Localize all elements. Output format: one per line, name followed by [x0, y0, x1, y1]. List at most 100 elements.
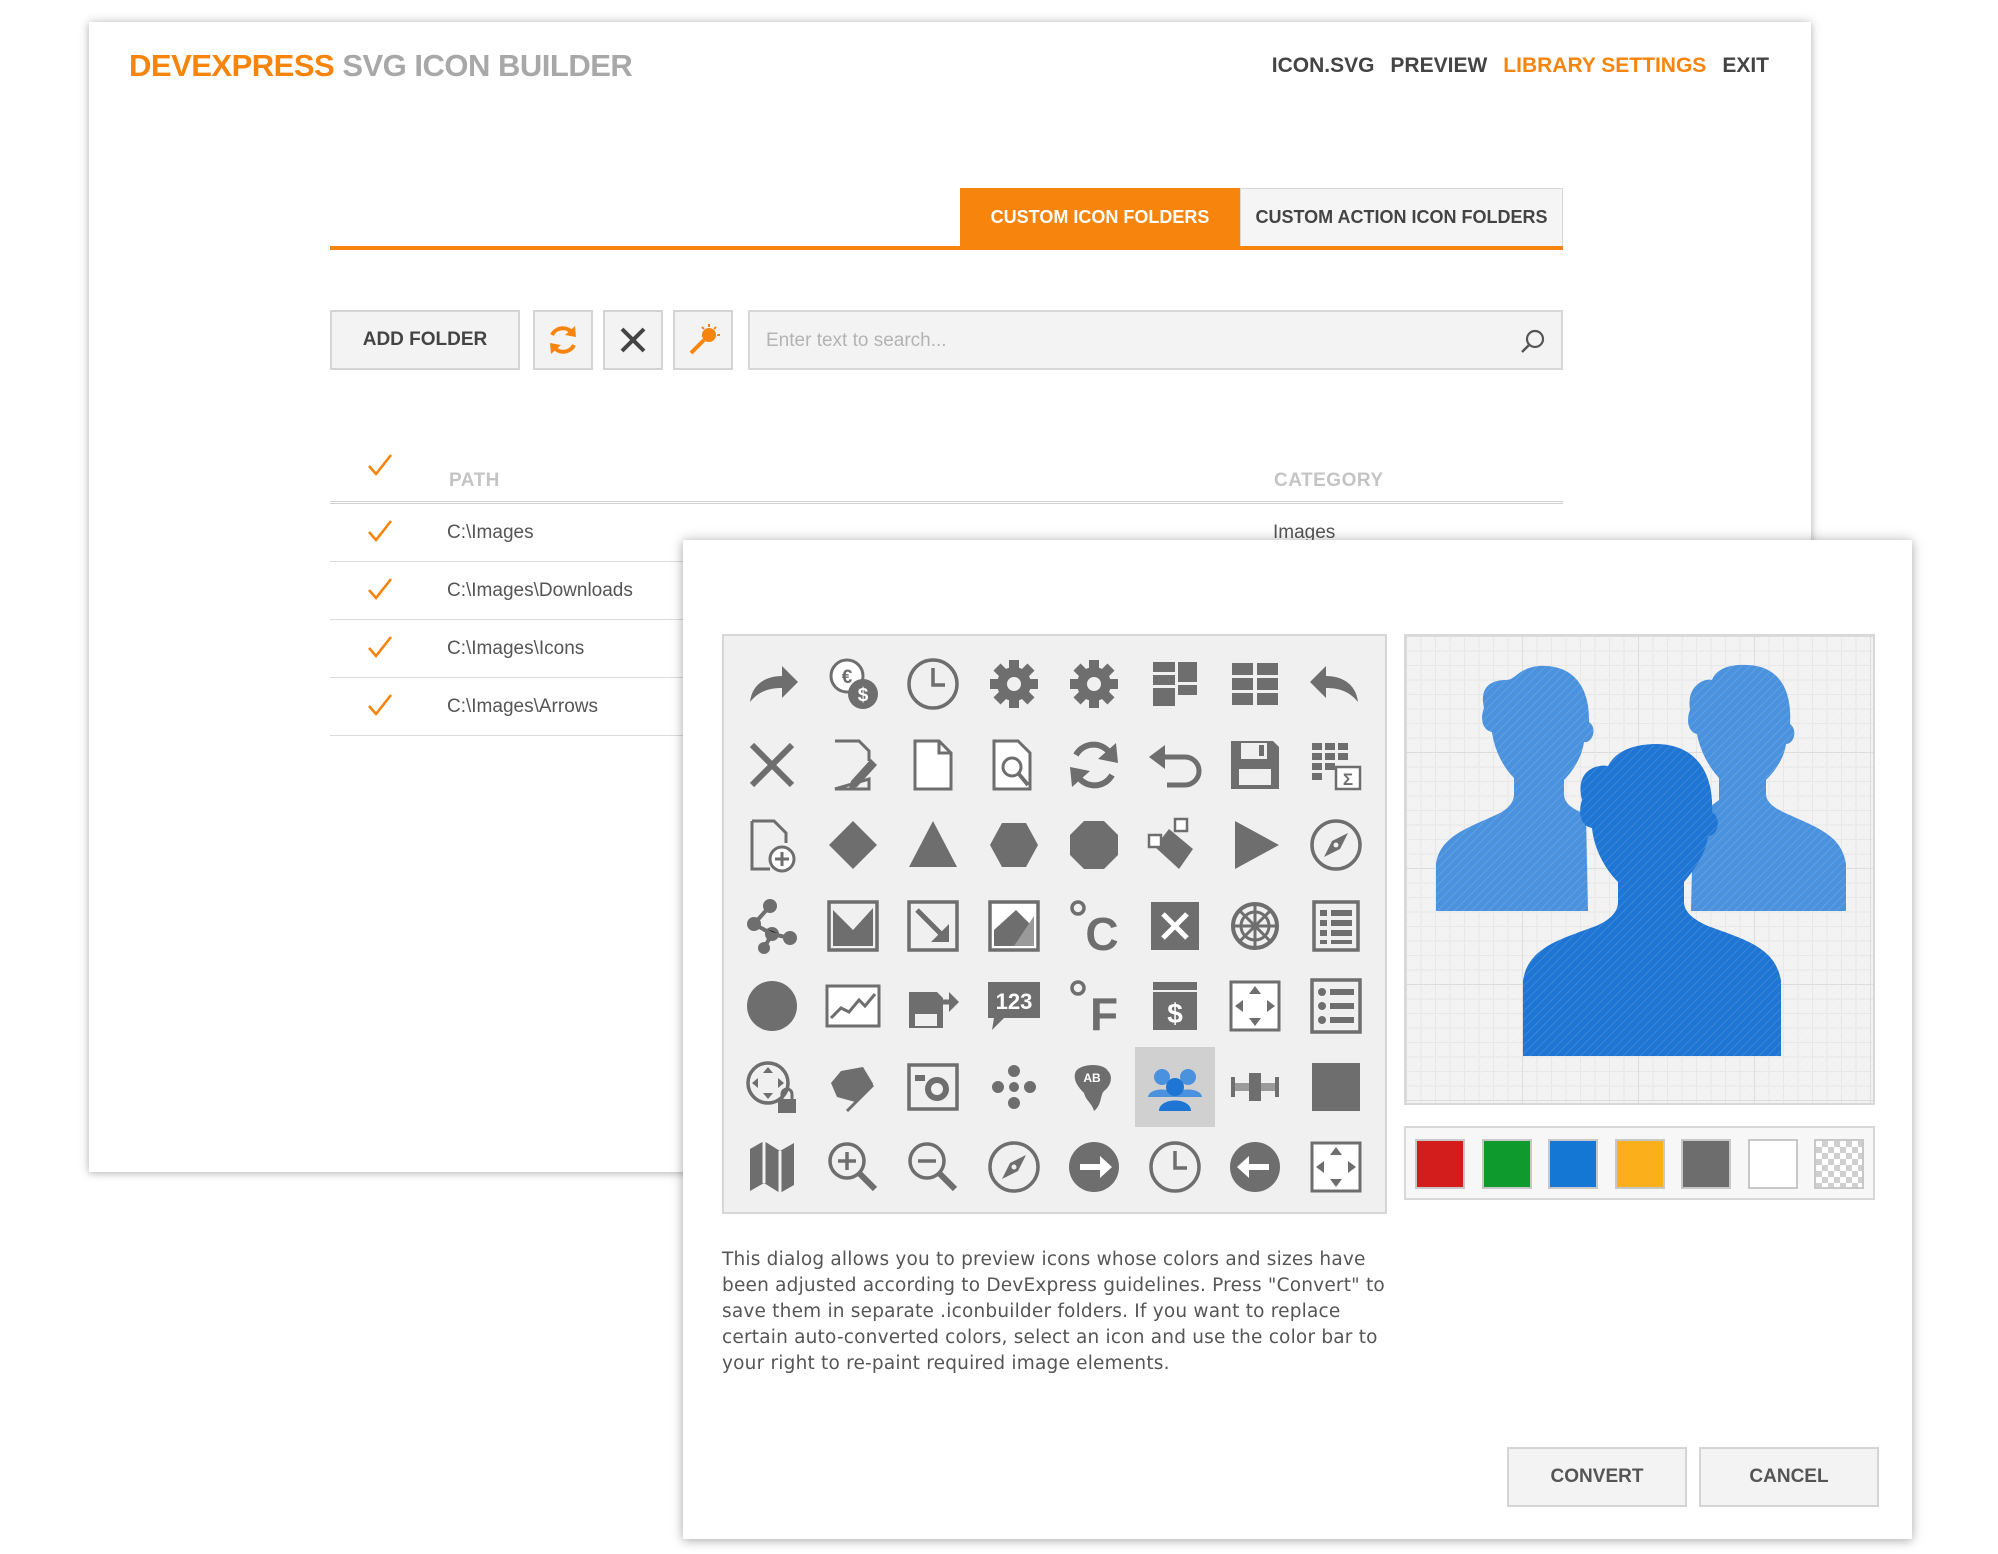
circle-icon: [747, 981, 797, 1031]
icon-cell-map-label[interactable]: AB: [1054, 1047, 1134, 1127]
color-swatch-white[interactable]: [1747, 1139, 1798, 1189]
icon-cell-compass[interactable]: [974, 1127, 1054, 1207]
icon-cell-redo-arrow[interactable]: [732, 644, 812, 724]
app-title-text: SVG ICON BUILDER: [342, 48, 633, 83]
icon-cell-triangle[interactable]: [893, 805, 973, 885]
icon-cell-fahrenheit[interactable]: F: [1054, 966, 1134, 1046]
column-header-category[interactable]: CATEGORY: [1274, 470, 1384, 492]
icon-cell-dashboard-layout[interactable]: [1135, 644, 1215, 724]
icon-cell-zoom-in[interactable]: [813, 1127, 893, 1207]
icon-cell-compass[interactable]: [1296, 805, 1376, 885]
icon-cell-currency-exchange[interactable]: € $: [813, 644, 893, 724]
tab-custom-icon-folders[interactable]: CUSTOM ICON FOLDERS: [960, 188, 1240, 246]
row-checkbox[interactable]: [366, 576, 394, 604]
icon-cell-gear[interactable]: [1054, 644, 1134, 724]
svg-text:€: €: [841, 667, 852, 688]
icon-cell-nodes[interactable]: [732, 886, 812, 966]
app-brand: DEVEXPRESS: [129, 48, 335, 83]
icon-cell-blank-document[interactable]: [893, 725, 973, 805]
nav-exit[interactable]: EXIT: [1722, 54, 1769, 78]
blank-document-icon: [913, 739, 953, 790]
icon-cell-currency[interactable]: $: [1135, 966, 1215, 1046]
icon-cell-edit-document[interactable]: [813, 725, 893, 805]
icon-cell-fit[interactable]: [1215, 966, 1295, 1046]
row-checkbox[interactable]: [366, 518, 394, 546]
icon-cell-square[interactable]: [1296, 1047, 1376, 1127]
square-icon: [1311, 1062, 1360, 1111]
color-swatch-blue[interactable]: [1548, 1139, 1598, 1189]
icon-cell-slider[interactable]: [1215, 1047, 1295, 1127]
convert-colors-button[interactable]: [673, 310, 733, 370]
icon-cell-map[interactable]: [732, 1127, 812, 1207]
icon-cell-gear[interactable]: [974, 644, 1054, 724]
icon-cell-new-document[interactable]: [732, 805, 812, 885]
icon-cell-circle[interactable]: [732, 966, 812, 1046]
nav-preview[interactable]: PREVIEW: [1390, 54, 1487, 78]
cancel-button[interactable]: CANCEL: [1699, 1447, 1879, 1507]
row-checkbox[interactable]: [366, 634, 394, 662]
resize-icon: [907, 899, 959, 952]
icon-cell-hexagon[interactable]: [974, 805, 1054, 885]
remove-button[interactable]: [603, 310, 663, 370]
zoom-in-icon: [827, 1142, 877, 1192]
svg-text:$: $: [857, 685, 868, 706]
tab-custom-action-icon-folders[interactable]: CUSTOM ACTION ICON FOLDERS: [1240, 188, 1563, 246]
icon-cell-grid-layout[interactable]: [1215, 644, 1295, 724]
icon-cell-clock[interactable]: [893, 644, 973, 724]
dashboard-layout-icon: [1152, 662, 1197, 706]
icon-cell-zoom-out[interactable]: [893, 1127, 973, 1207]
icon-cell-save[interactable]: [1215, 725, 1295, 805]
icon-cell-undo-arrow[interactable]: [1296, 644, 1376, 724]
icon-cell-list[interactable]: [1296, 886, 1376, 966]
column-header-path[interactable]: PATH: [449, 470, 500, 492]
icon-cell-clock[interactable]: [1135, 1127, 1215, 1207]
icon-cell-edit-shape[interactable]: [1135, 805, 1215, 885]
color-swatch-gray[interactable]: [1681, 1139, 1731, 1189]
search-icon[interactable]: [1519, 328, 1547, 356]
icon-cell-export[interactable]: [893, 966, 973, 1046]
add-folder-button[interactable]: ADD FOLDER: [330, 310, 520, 370]
icon-cell-dots[interactable]: [974, 1047, 1054, 1127]
icon-cell-play[interactable]: [1215, 805, 1295, 885]
currency-icon: $: [1152, 982, 1197, 1030]
icon-cell-number-callout[interactable]: 123: [974, 966, 1054, 1046]
cell-path: C:\Images: [447, 522, 534, 543]
color-swatch-yellow[interactable]: [1614, 1139, 1665, 1189]
icon-cell-octagon[interactable]: [1054, 805, 1134, 885]
icon-cell-arrow-right[interactable]: [1054, 1127, 1134, 1207]
icon-cell-fit[interactable]: [1296, 1127, 1376, 1207]
icon-cell-resize[interactable]: [893, 886, 973, 966]
icon-cell-bullet-list[interactable]: [1296, 966, 1376, 1046]
map-icon: [750, 1141, 794, 1193]
icon-cell-wheel[interactable]: [1215, 886, 1295, 966]
icon-preview-panel: [1404, 634, 1875, 1105]
icon-cell-users[interactable]: [1134, 1046, 1215, 1127]
icon-cell-table-sum[interactable]: Σ: [1296, 725, 1376, 805]
icon-cell-edit-pencil[interactable]: [813, 1047, 893, 1127]
icon-cell-arrow-left[interactable]: [1215, 1127, 1295, 1207]
color-swatch-red[interactable]: [1415, 1139, 1465, 1189]
select-all-checkbox[interactable]: [366, 452, 394, 480]
icon-cell-line-chart[interactable]: [813, 966, 893, 1046]
icon-cell-photo[interactable]: [893, 1047, 973, 1127]
icon-cell-celsius[interactable]: C: [1054, 886, 1134, 966]
icon-cell-diamond[interactable]: [813, 805, 893, 885]
icon-cell-delete[interactable]: [1135, 886, 1215, 966]
icon-cell-image-frame[interactable]: [813, 886, 893, 966]
search-input[interactable]: [764, 324, 1504, 358]
icon-cell-document-search[interactable]: [974, 725, 1054, 805]
icon-cell-image[interactable]: [974, 886, 1054, 966]
icon-cell-close[interactable]: [732, 725, 812, 805]
row-checkbox[interactable]: [366, 692, 394, 720]
svg-text:Σ: Σ: [1342, 770, 1352, 789]
color-swatch-green[interactable]: [1481, 1139, 1532, 1189]
nav-library-settings[interactable]: LIBRARY SETTINGS: [1503, 54, 1706, 78]
icon-cell-undo[interactable]: [1135, 725, 1215, 805]
icon-cell-lock-navigation[interactable]: [732, 1047, 812, 1127]
color-swatch-transparent[interactable]: [1814, 1139, 1864, 1189]
convert-button[interactable]: CONVERT: [1507, 1447, 1687, 1507]
svg-text:$: $: [1167, 998, 1183, 1029]
icon-cell-refresh[interactable]: [1054, 725, 1134, 805]
nav-icon-svg[interactable]: ICON.SVG: [1272, 54, 1375, 78]
refresh-button[interactable]: [533, 310, 593, 370]
